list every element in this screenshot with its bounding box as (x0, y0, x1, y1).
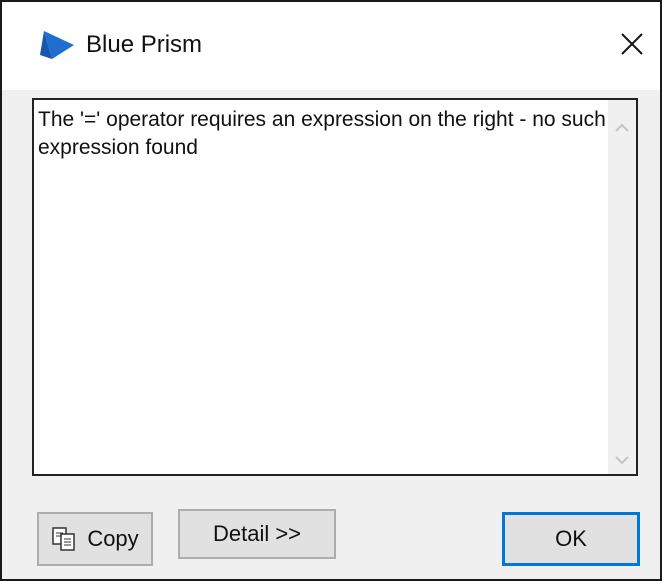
error-message: The '=' operator requires an expression … (38, 108, 606, 159)
copy-button-label: Copy (87, 526, 139, 551)
scroll-down-arrow-icon[interactable] (608, 446, 636, 474)
ok-button-label: OK (555, 526, 587, 551)
scroll-up-arrow-icon[interactable] (608, 114, 636, 142)
message-textbox[interactable]: The '=' operator requires an expression … (32, 98, 638, 476)
vertical-scrollbar[interactable] (608, 100, 636, 474)
detail-button[interactable]: Detail >> (178, 509, 336, 559)
copy-icon (52, 527, 76, 551)
error-dialog: Blue Prism The '=' operator requires an … (0, 0, 662, 581)
title-bar: Blue Prism (2, 2, 660, 90)
ok-button[interactable]: OK (502, 512, 640, 566)
detail-button-label: Detail >> (212, 521, 302, 546)
dialog-title: Blue Prism (86, 31, 203, 58)
copy-button[interactable]: Copy (37, 512, 153, 566)
blue-prism-logo-icon (40, 31, 74, 59)
close-icon[interactable] (614, 26, 650, 62)
